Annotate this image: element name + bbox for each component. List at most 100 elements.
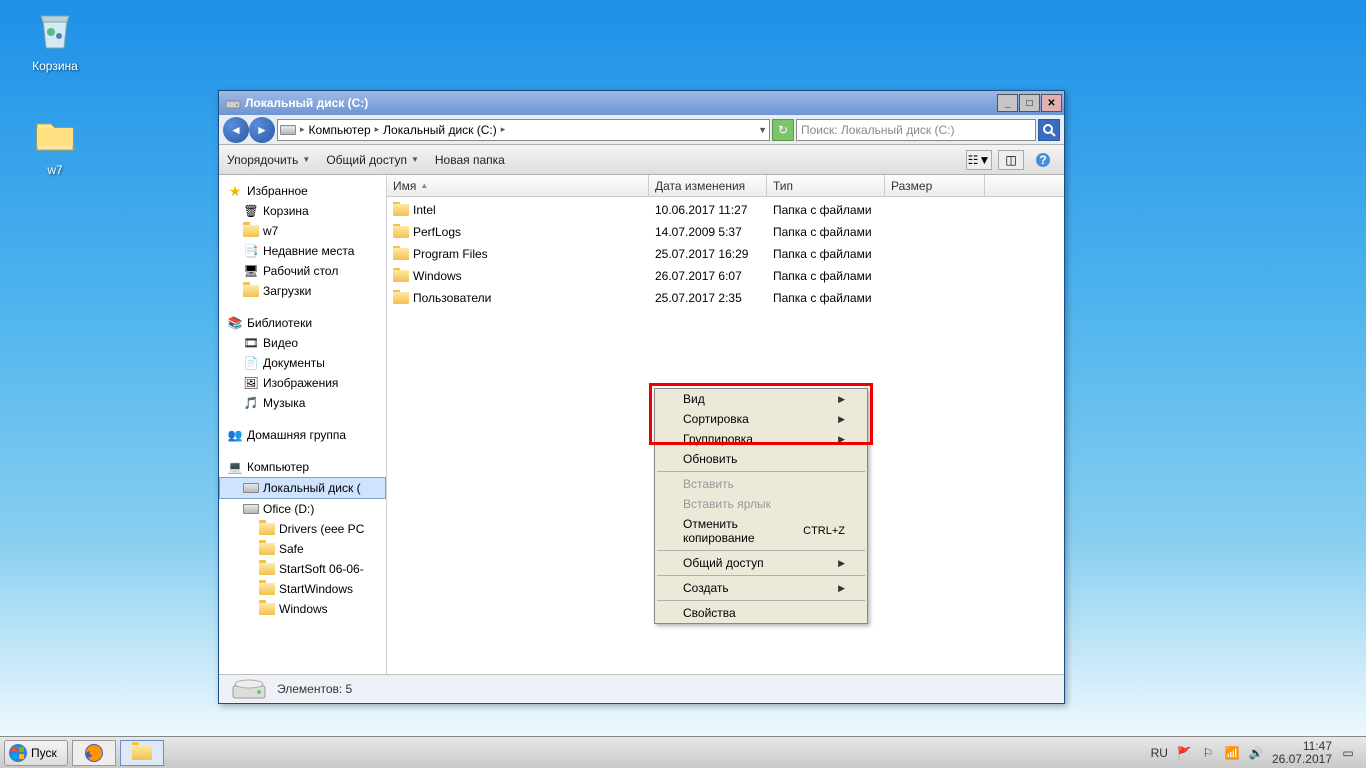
sidebar-item-windows[interactable]: Windows: [219, 599, 386, 619]
libraries-icon: 📚: [227, 315, 243, 331]
sidebar-item-startwindows[interactable]: StartWindows: [219, 579, 386, 599]
sidebar-item-video[interactable]: 🎞Видео: [219, 333, 386, 353]
taskbar: Пуск RU 🚩 ⚐ 📶 🔊 11:47 26.07.2017 ▭: [0, 736, 1366, 768]
folder-icon: [31, 110, 79, 158]
close-button[interactable]: ✕: [1041, 94, 1062, 112]
start-button[interactable]: Пуск: [4, 740, 68, 766]
minimize-button[interactable]: _: [997, 94, 1018, 112]
help-button[interactable]: ?: [1030, 150, 1056, 170]
ctx-refresh[interactable]: Обновить: [655, 449, 867, 469]
table-row[interactable]: Пользователи25.07.2017 2:35Папка с файла…: [387, 287, 1064, 309]
table-row[interactable]: PerfLogs14.07.2009 5:37Папка с файлами: [387, 221, 1064, 243]
drive-icon: [243, 501, 259, 517]
breadcrumb-computer[interactable]: Компьютер: [309, 123, 371, 137]
table-row[interactable]: Program Files25.07.2017 16:29Папка с фай…: [387, 243, 1064, 265]
new-folder-button[interactable]: Новая папка: [435, 153, 505, 167]
sidebar-item-drive-d[interactable]: Ofice (D:): [219, 499, 386, 519]
sidebar-favorites[interactable]: ★Избранное: [219, 181, 386, 201]
sidebar-item-startsoft[interactable]: StartSoft 06-06-: [219, 559, 386, 579]
sidebar-item-recycle[interactable]: 🗑Корзина: [219, 201, 386, 221]
table-row[interactable]: Windows26.07.2017 6:07Папка с файлами: [387, 265, 1064, 287]
sidebar-item-pictures[interactable]: 🖼Изображения: [219, 373, 386, 393]
ctx-properties[interactable]: Свойства: [655, 603, 867, 623]
status-text: Элементов: 5: [277, 682, 352, 696]
ctx-sort[interactable]: Сортировка▶: [655, 409, 867, 429]
folder-icon: [259, 581, 275, 597]
desktop-icon: 🖥: [243, 263, 259, 279]
titlebar[interactable]: Локальный диск (C:) _ □ ✕: [219, 91, 1064, 115]
sidebar-item-drivers[interactable]: Drivers (eee PC: [219, 519, 386, 539]
ctx-create[interactable]: Создать▶: [655, 578, 867, 598]
tray-volume-icon[interactable]: 🔊: [1248, 745, 1264, 761]
address-dropdown[interactable]: ▼: [758, 125, 767, 135]
column-size[interactable]: Размер: [885, 175, 985, 196]
breadcrumb-drive[interactable]: Локальный диск (C:): [383, 123, 497, 137]
sidebar-item-documents[interactable]: 📄Документы: [219, 353, 386, 373]
ctx-group[interactable]: Группировка▶: [655, 429, 867, 449]
back-button[interactable]: ◄: [223, 117, 249, 143]
column-name[interactable]: Имя ▲: [387, 175, 649, 196]
folder-icon: [243, 223, 259, 239]
svg-text:?: ?: [1039, 153, 1046, 167]
tray-flag-icon[interactable]: 🚩: [1176, 745, 1192, 761]
sidebar-item-desktop[interactable]: 🖥Рабочий стол: [219, 261, 386, 281]
columns-header: Имя ▲ Дата изменения Тип Размер: [387, 175, 1064, 197]
desktop-folder-label: w7: [20, 163, 90, 177]
table-row[interactable]: Intel10.06.2017 11:27Папка с файлами: [387, 199, 1064, 221]
clock[interactable]: 11:47 26.07.2017: [1272, 740, 1332, 766]
drive-icon: [225, 95, 241, 111]
folder-icon: [393, 246, 409, 262]
search-input[interactable]: Поиск: Локальный диск (C:): [796, 119, 1036, 141]
drive-icon: [231, 678, 267, 700]
organize-button[interactable]: Упорядочить▼: [227, 153, 310, 167]
column-date[interactable]: Дата изменения: [649, 175, 767, 196]
documents-icon: 📄: [243, 355, 259, 371]
toolbar: Упорядочить▼ Общий доступ▼ Новая папка ☷…: [219, 145, 1064, 175]
drive-icon: [243, 480, 259, 496]
sidebar-homegroup[interactable]: 👥Домашняя группа: [219, 425, 386, 445]
column-type[interactable]: Тип: [767, 175, 885, 196]
sidebar-item-music[interactable]: 🎵Музыка: [219, 393, 386, 413]
desktop-folder-w7[interactable]: w7: [20, 110, 90, 177]
folder-icon: [259, 521, 275, 537]
sidebar-libraries[interactable]: 📚Библиотеки: [219, 313, 386, 333]
drive-icon: [280, 122, 296, 138]
computer-icon: 💻: [227, 459, 243, 475]
tray-show-desktop[interactable]: ▭: [1340, 745, 1356, 761]
ctx-undo-copy[interactable]: Отменить копированиеCTRL+Z: [655, 514, 867, 548]
folder-icon: [259, 541, 275, 557]
refresh-button[interactable]: ↻: [772, 119, 794, 141]
ctx-paste-shortcut: Вставить ярлык: [655, 494, 867, 514]
preview-pane-button[interactable]: ◫: [998, 150, 1024, 170]
sidebar: ★Избранное 🗑Корзина w7 📑Недавние места 🖥…: [219, 175, 387, 674]
context-menu: Вид▶ Сортировка▶ Группировка▶ Обновить В…: [654, 388, 868, 624]
address-bar[interactable]: ▸ Компьютер ▸ Локальный диск (C:) ▸ ▼: [277, 119, 770, 141]
forward-button[interactable]: ►: [249, 117, 275, 143]
tray-action-center-icon[interactable]: ⚐: [1200, 745, 1216, 761]
folder-icon: [393, 290, 409, 306]
view-mode-button[interactable]: ☷ ▼: [966, 150, 992, 170]
sidebar-item-drive-c[interactable]: Локальный диск (: [219, 477, 386, 499]
search-button[interactable]: [1038, 119, 1060, 141]
taskbar-explorer[interactable]: [120, 740, 164, 766]
folder-icon: [259, 561, 275, 577]
nav-row: ◄ ► ▸ Компьютер ▸ Локальный диск (C:) ▸ …: [219, 115, 1064, 145]
ctx-view[interactable]: Вид▶: [655, 389, 867, 409]
sidebar-item-w7[interactable]: w7: [219, 221, 386, 241]
tray-network-icon[interactable]: 📶: [1224, 745, 1240, 761]
ctx-paste: Вставить: [655, 474, 867, 494]
music-icon: 🎵: [243, 395, 259, 411]
recycle-icon: 🗑: [243, 203, 259, 219]
desktop-recycle-bin[interactable]: Корзина: [20, 6, 90, 73]
sidebar-computer[interactable]: 💻Компьютер: [219, 457, 386, 477]
language-indicator[interactable]: RU: [1151, 746, 1168, 760]
sidebar-item-downloads[interactable]: Загрузки: [219, 281, 386, 301]
maximize-button[interactable]: □: [1019, 94, 1040, 112]
taskbar-firefox[interactable]: [72, 740, 116, 766]
recycle-bin-icon: [31, 6, 79, 54]
sidebar-item-recent[interactable]: 📑Недавние места: [219, 241, 386, 261]
folder-icon: [393, 202, 409, 218]
sidebar-item-safe[interactable]: Safe: [219, 539, 386, 559]
share-button[interactable]: Общий доступ▼: [326, 153, 419, 167]
ctx-share[interactable]: Общий доступ▶: [655, 553, 867, 573]
